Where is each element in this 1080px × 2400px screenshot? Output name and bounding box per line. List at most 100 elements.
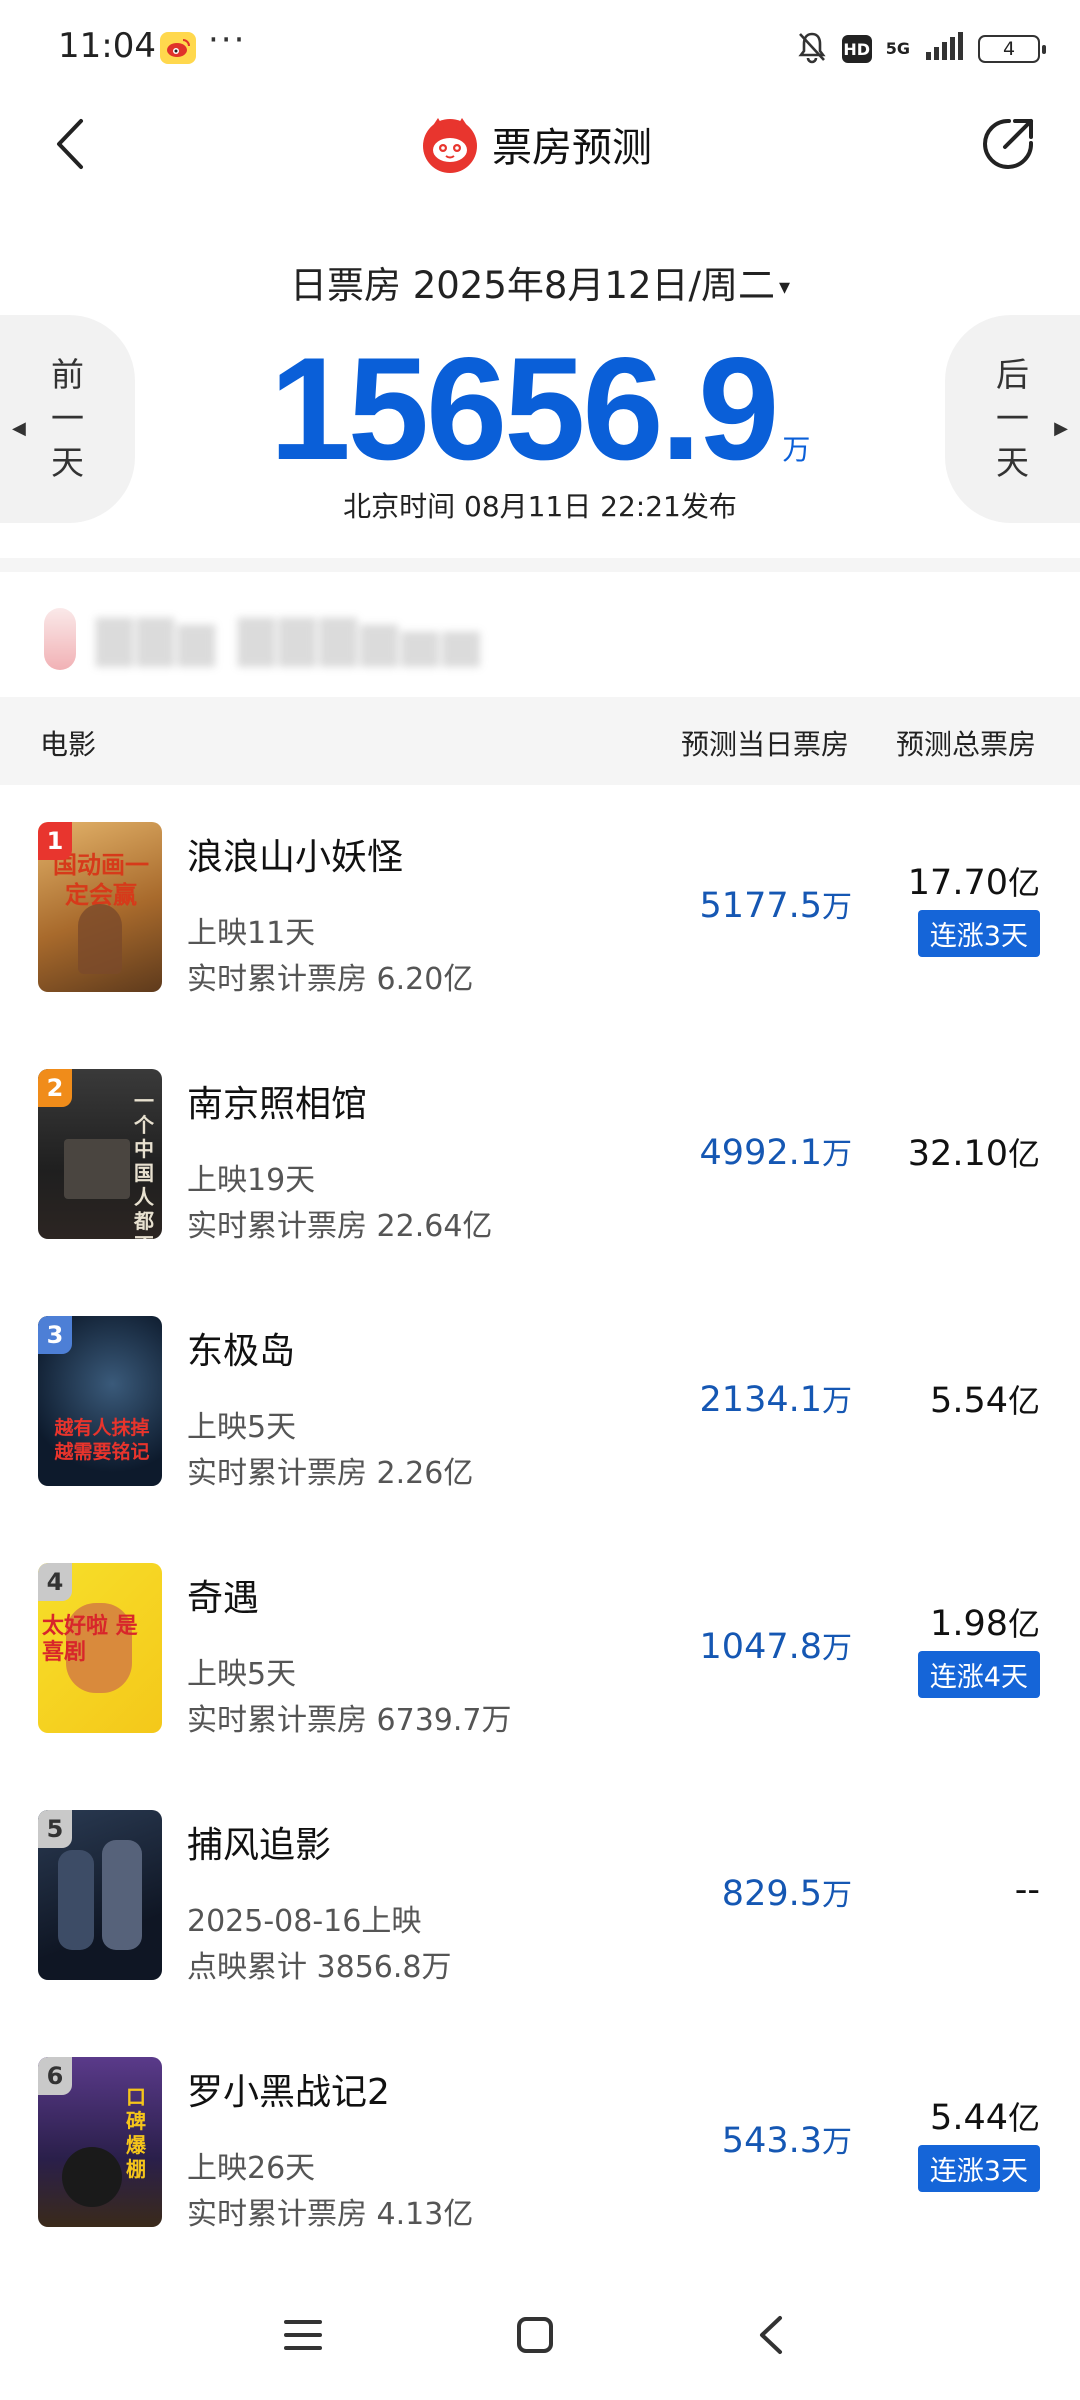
movie-poster: 国动画一定会赢 1 xyxy=(38,822,162,992)
day-forecast: 2134.1万 xyxy=(700,1376,852,1420)
day-forecast-value: 543.3 xyxy=(721,2121,822,2161)
day-forecast-unit: 万 xyxy=(822,2125,852,2160)
movie-release-date: 2025-08-16上映 xyxy=(187,1904,422,1939)
chevron-left-icon xyxy=(57,119,83,169)
total-forecast-unit: 亿 xyxy=(1007,1605,1040,1643)
movie-days: 上映5天 xyxy=(187,1410,297,1445)
date-selector[interactable]: 日票房 2025年8月12日/周二 ▾ xyxy=(0,255,1080,309)
movie-poster: 一个中国人 都不会忘记 2 xyxy=(38,1069,162,1239)
movie-row[interactable]: 一个中国人 都不会忘记 2 南京照相馆 上映19天 实时累计票房 22.64亿 … xyxy=(0,1069,1080,1315)
poster-text: 越有人抹掉 越需要铭记 xyxy=(54,1417,150,1463)
home-button[interactable] xyxy=(490,2290,580,2380)
share-icon xyxy=(983,118,1034,169)
poster-text: 太好啦 是喜剧 xyxy=(42,1613,138,1665)
col-total-forecast[interactable]: 预测总票房 xyxy=(896,723,1036,763)
total-forecast: 5.54亿 xyxy=(930,1376,1040,1422)
daily-total: 15656.9 万 xyxy=(0,325,1080,493)
date-label: 日票房 2025年8月12日/周二 xyxy=(289,264,775,307)
total-forecast-value: 17.70 xyxy=(907,863,1008,903)
network-type: 5G xyxy=(885,39,910,58)
movie-poster: 越有人抹掉 越需要铭记 3 xyxy=(38,1316,162,1486)
movie-days: 上映26天 xyxy=(187,2151,316,2186)
total-forecast-unit: 亿 xyxy=(1007,1135,1040,1173)
total-forecast: 17.70亿 连涨3天 xyxy=(908,858,1040,957)
streak-badge: 连涨3天 xyxy=(917,910,1040,957)
blurred-banner: ▇▇▆ ▇▇▇▆▅▅ xyxy=(44,608,483,670)
more-notifications-icon: ··· xyxy=(208,20,247,60)
dropdown-caret-icon: ▾ xyxy=(778,275,791,300)
movie-cumulative: 实时累计票房 4.13亿 xyxy=(187,2197,474,2232)
movie-name: 南京照相馆 xyxy=(187,1084,368,1125)
total-forecast: 1.98亿 连涨4天 xyxy=(917,1599,1040,1698)
movie-row[interactable]: 越有人抹掉 越需要铭记 3 东极岛 上映5天 实时累计票房 2.26亿 2134… xyxy=(0,1316,1080,1562)
movie-name: 浪浪山小妖怪 xyxy=(187,837,404,878)
movie-poster: 5 xyxy=(38,1810,162,1980)
day-forecast: 543.3万 xyxy=(722,2117,852,2161)
back-button[interactable] xyxy=(40,112,100,176)
rank-badge: 1 xyxy=(38,822,72,860)
total-forecast: 32.10亿 xyxy=(908,1129,1040,1175)
movie-days: 上映11天 xyxy=(187,916,316,951)
streak-badge: 连涨3天 xyxy=(917,2145,1040,2192)
header-title-group: 票房预测 xyxy=(420,114,652,174)
day-forecast: 829.5万 xyxy=(722,1870,852,1914)
col-movie: 电影 xyxy=(40,728,97,761)
status-icons: HD 5G 4 xyxy=(796,30,1046,68)
day-forecast-value: 5177.5 xyxy=(699,886,822,926)
back-icon xyxy=(760,2316,782,2354)
day-forecast-value: 1047.8 xyxy=(699,1627,822,1667)
day-forecast-unit: 万 xyxy=(822,890,852,925)
movie-row[interactable]: 5 捕风追影 2025-08-16上映 点映累计 3856.8万 829.5万 … xyxy=(0,1810,1080,2056)
movie-row[interactable]: 太好啦 是喜剧 4 奇遇 上映5天 实时累计票房 6739.7万 1047.8万… xyxy=(0,1563,1080,1809)
menu-icon xyxy=(284,2320,322,2350)
rank-badge: 3 xyxy=(38,1316,72,1354)
rank-badge: 5 xyxy=(38,1810,72,1848)
status-time: 11:04 xyxy=(58,26,156,66)
day-forecast-unit: 万 xyxy=(822,1384,852,1419)
total-forecast-unit: 亿 xyxy=(1007,1382,1040,1420)
poster-text: 一个中国人 都不会忘记 xyxy=(134,1089,154,1239)
weibo-icon xyxy=(160,32,196,64)
movie-name: 罗小黑战记2 xyxy=(187,2072,390,2113)
movie-row[interactable]: 口碑爆棚 6 罗小黑战记2 上映26天 实时累计票房 4.13亿 543.3万 … xyxy=(0,2057,1080,2303)
rank-badge: 4 xyxy=(38,1563,72,1601)
movie-days: 上映5天 xyxy=(187,1657,297,1692)
movie-cumulative: 实时累计票房 6739.7万 xyxy=(187,1703,512,1738)
poster-text: 口碑爆棚 xyxy=(126,2085,146,2181)
banner-icon xyxy=(44,608,76,670)
day-forecast-unit: 万 xyxy=(822,1878,852,1913)
table-header: 电影 预测当日票房 预测总票房 xyxy=(0,697,1080,785)
menu-button[interactable] xyxy=(258,2290,348,2380)
hd-icon: HD xyxy=(841,35,872,63)
home-square-icon xyxy=(517,2317,553,2353)
signal-icon xyxy=(924,32,964,66)
day-forecast-value: 2134.1 xyxy=(699,1380,822,1420)
movie-row[interactable]: 国动画一定会赢 1 浪浪山小妖怪 上映11天 实时累计票房 6.20亿 5177… xyxy=(0,822,1080,1068)
share-button[interactable] xyxy=(976,112,1040,176)
rank-badge: 6 xyxy=(38,2057,72,2095)
rank-badge: 2 xyxy=(38,1069,72,1107)
movie-cumulative: 实时累计票房 22.64亿 xyxy=(187,1209,493,1244)
day-forecast-unit: 万 xyxy=(822,1631,852,1666)
streak-badge: 连涨4天 xyxy=(917,1651,1040,1698)
system-back-button[interactable] xyxy=(726,2290,816,2380)
movie-cumulative: 实时累计票房 2.26亿 xyxy=(187,1456,474,1491)
system-nav-bar xyxy=(0,2290,1080,2400)
movie-cumulative: 点映累计 3856.8万 xyxy=(187,1950,452,1985)
daily-total-unit: 万 xyxy=(782,433,811,466)
total-forecast-value: 5.54 xyxy=(930,1381,1008,1421)
col-day-forecast[interactable]: 预测当日票房 xyxy=(681,723,849,763)
movie-poster: 太好啦 是喜剧 4 xyxy=(38,1563,162,1733)
total-forecast: -- xyxy=(1015,1870,1040,1910)
blurred-banner-text: ▇▇▆ ▇▇▇▆▅▅ xyxy=(96,611,484,667)
movie-name: 东极岛 xyxy=(187,1331,296,1372)
day-forecast-unit: 万 xyxy=(822,1137,852,1172)
movie-cumulative: 实时累计票房 6.20亿 xyxy=(187,962,474,997)
total-forecast-unit: 亿 xyxy=(1007,864,1040,902)
day-forecast: 4992.1万 xyxy=(700,1129,852,1173)
app-header: 票房预测 xyxy=(0,100,1080,190)
page-title: 票房预测 xyxy=(492,125,652,171)
total-forecast-value: 1.98 xyxy=(930,1604,1008,1644)
daily-total-value: 15656.9 xyxy=(269,327,780,490)
battery-icon: 4 xyxy=(978,35,1046,63)
